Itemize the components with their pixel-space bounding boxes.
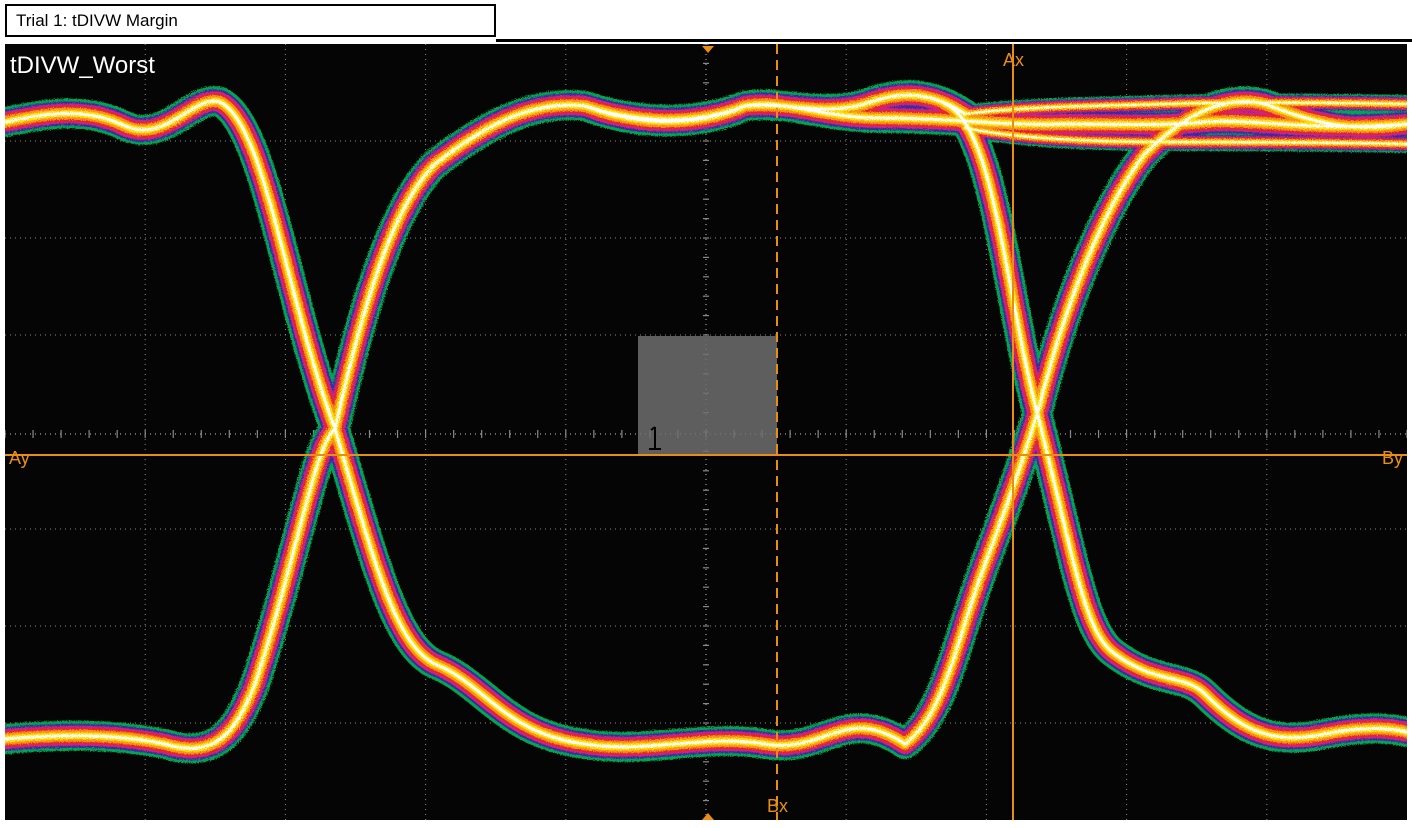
waveform-display[interactable]: tDIVW_Worst Ax Bx Ay By — [5, 44, 1407, 820]
trace-rise-1 — [5, 87, 973, 757]
trial-tab[interactable]: Trial 1: tDIVW Margin — [5, 4, 496, 37]
trace-rise-1 — [5, 89, 971, 755]
window-title-bar: Trial 1: tDIVW Margin — [0, 0, 1412, 44]
trace-fall-2 — [930, 89, 1407, 753]
cursor-bx-label: Bx — [767, 796, 789, 816]
mask-region — [638, 336, 777, 454]
trace-fall-1 — [210, 92, 915, 757]
trace-rise-1 — [5, 91, 969, 752]
trace-fall-2 — [935, 94, 1407, 748]
trigger-marker-bottom — [702, 813, 714, 820]
trace-fall-2 — [943, 102, 1407, 740]
trigger-marker-top — [702, 46, 714, 53]
cursor-ay-label: Ay — [9, 448, 30, 468]
eye-diagram-plot[interactable] — [5, 44, 1407, 820]
trace-rise-1 — [5, 83, 977, 761]
cursor-ax-label: Ax — [1003, 50, 1025, 70]
trace-fall-2 — [933, 92, 1407, 750]
trace-fall-2 — [939, 98, 1407, 744]
trace-fall-2 — [941, 100, 1407, 742]
trace-rise-1 — [5, 85, 975, 759]
trace-fall-2 — [937, 96, 1407, 746]
trace-rise-1 — [5, 93, 967, 750]
tab-bar-divider — [496, 39, 1412, 42]
cursor-by-label: By — [1382, 448, 1404, 468]
bottom-frame — [0, 820, 1412, 828]
waveform-title: tDIVW_Worst — [10, 52, 155, 79]
trace-rise-1 — [5, 80, 980, 764]
